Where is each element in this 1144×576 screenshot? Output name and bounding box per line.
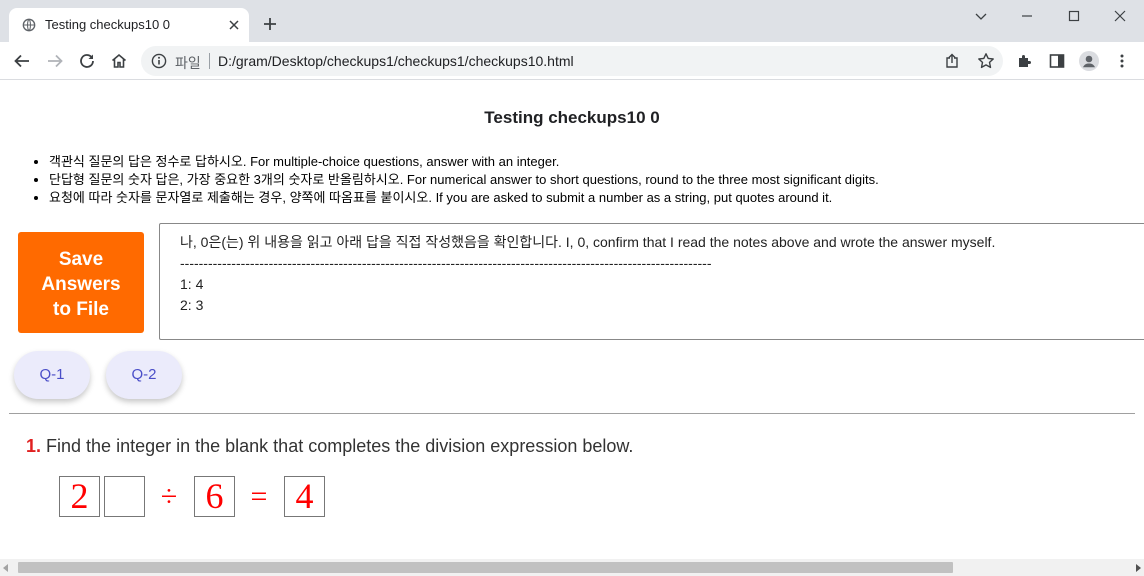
home-icon[interactable]	[110, 52, 128, 70]
address-separator	[209, 53, 210, 69]
equals-symbol: =	[250, 480, 268, 513]
forward-arrow-icon[interactable]	[46, 52, 64, 70]
puzzle-icon[interactable]	[1016, 52, 1034, 70]
answer-textarea[interactable]: 나, 0은(는) 위 내용을 읽고 아래 답을 직접 작성했음을 확인합니다. …	[159, 223, 1144, 340]
tab-strip: Testing checkups10 0	[0, 0, 1144, 42]
page-title: Testing checkups10 0	[484, 108, 660, 127]
tab-search-button[interactable]	[958, 0, 1004, 32]
star-icon[interactable]	[977, 52, 995, 70]
save-answers-button[interactable]: Save Answers to File	[18, 232, 144, 333]
reload-icon[interactable]	[78, 52, 96, 70]
instruction-item: 객관식 질문의 답은 정수로 답하시오. For multiple-choice…	[49, 153, 879, 171]
address-url[interactable]: D:/gram/Desktop/checkups1/checkups1/chec…	[218, 53, 574, 69]
kebab-menu-icon[interactable]	[1113, 52, 1131, 70]
save-button-label-line: Answers	[41, 274, 121, 295]
question-1: 1. Find the integer in the blank that co…	[26, 436, 633, 457]
sidebar-icon[interactable]	[1048, 52, 1066, 70]
answer-line: 1: 4	[180, 276, 204, 292]
chevron-down-icon	[975, 13, 987, 20]
question-number: 1.	[26, 436, 42, 456]
browser-toolbar: 파일 D:/gram/Desktop/checkups1/checkups1/c…	[0, 42, 1144, 80]
address-scheme: 파일	[175, 55, 201, 71]
tab-title: Testing checkups10 0	[45, 17, 171, 32]
minimize-icon	[1022, 15, 1032, 17]
question-1-button[interactable]: Q-1	[14, 351, 90, 399]
close-icon[interactable]	[227, 18, 241, 32]
confirmation-text: 나, 0은(는) 위 내용을 읽고 아래 답을 직접 작성했음을 확인합니다. …	[180, 234, 996, 250]
question-text: Find the integer in the blank that compl…	[46, 436, 634, 456]
info-icon[interactable]	[151, 53, 167, 69]
maximize-icon	[1068, 10, 1080, 22]
divider	[9, 413, 1135, 414]
share-icon[interactable]	[944, 53, 960, 69]
profile-icon[interactable]	[1079, 51, 1099, 71]
instruction-item: 요청에 따라 숫자를 문자열로 제출해는 경우, 양쪽에 따옴표를 붙이시오. …	[49, 189, 879, 207]
browser-tab[interactable]: Testing checkups10 0	[9, 8, 249, 42]
maximize-button[interactable]	[1051, 0, 1097, 32]
scrollbar-thumb[interactable]	[18, 562, 953, 573]
quotient-box: 4	[284, 476, 325, 517]
save-button-label-line: Save	[58, 249, 104, 270]
scroll-right-arrow-icon[interactable]	[1136, 564, 1141, 572]
instruction-item: 단답형 질문의 숫자 답은, 가장 중요한 3개의 숫자로 반올림하시오. Fo…	[49, 171, 879, 189]
dividend-blank-box[interactable]	[104, 476, 145, 517]
divide-symbol: ÷	[160, 480, 178, 513]
back-arrow-icon[interactable]	[13, 52, 31, 70]
answer-line: 2: 3	[180, 297, 204, 313]
separator-line: ----------------------------------------…	[180, 255, 712, 271]
minimize-button[interactable]	[1004, 0, 1050, 32]
divisor-box: 6	[194, 476, 235, 517]
plus-icon[interactable]	[262, 16, 278, 32]
save-button-label-line: to File	[53, 299, 109, 320]
question-2-button[interactable]: Q-2	[106, 351, 182, 399]
horizontal-scrollbar[interactable]	[0, 559, 1144, 576]
page-content: Testing checkups10 0 객관식 질문의 답은 정수로 답하시오…	[0, 80, 1144, 559]
address-bar[interactable]: 파일 D:/gram/Desktop/checkups1/checkups1/c…	[141, 46, 1003, 76]
instructions-list: 객관식 질문의 답은 정수로 답하시오. For multiple-choice…	[30, 153, 879, 207]
window-close-icon	[1114, 10, 1126, 22]
window-close-button[interactable]	[1097, 0, 1143, 32]
dividend-digit-box: 2	[59, 476, 100, 517]
scroll-left-arrow-icon[interactable]	[3, 564, 8, 572]
globe-icon	[22, 18, 36, 32]
